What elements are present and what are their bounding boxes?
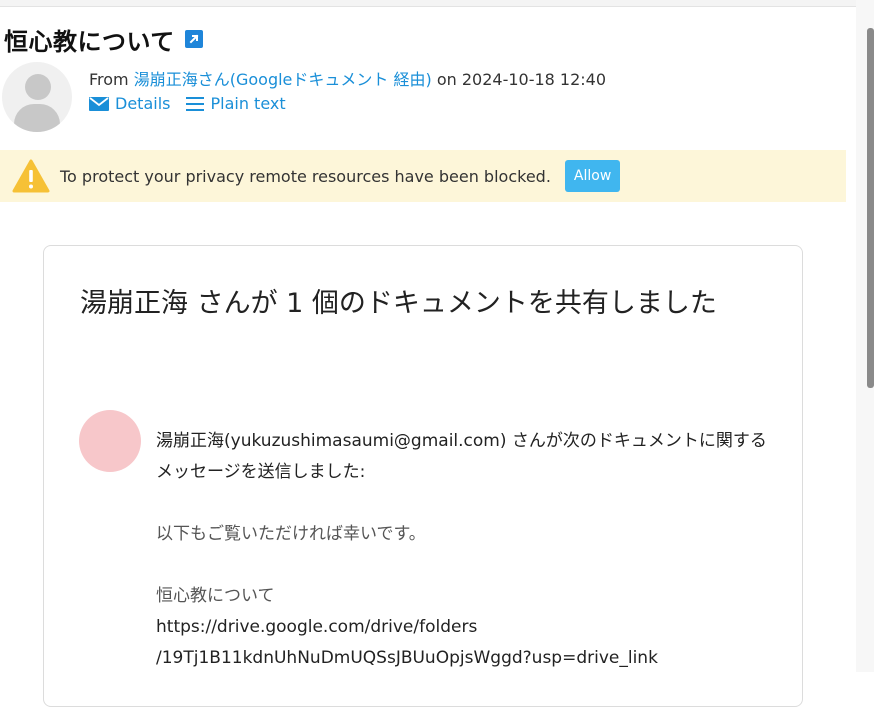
header-actions: Details Plain text [89,94,302,113]
doc-name: 恒心教について [156,586,275,606]
warning-icon [12,159,50,193]
list-icon [186,96,205,111]
plain-text-button[interactable]: Plain text [186,94,286,113]
remote-content-banner: To protect your privacy remote resources… [0,150,846,202]
default-avatar-icon [25,74,51,100]
drive-link-line-1[interactable]: https://drive.google.com/drive/folders [156,612,776,643]
message-text: 以下もご覧いただければ幸いです。 [156,524,426,544]
drive-link-line-2[interactable]: /19Tj1B11kdnUhNuDmUQSsJBUuOpjsWggd?usp=d… [156,643,776,674]
details-label: Details [115,94,171,113]
sender-avatar [2,62,72,132]
from-line: From 湯崩正海さん(Googleドキュメント 経由) on 2024-10-… [89,66,606,90]
date-prefix: on [436,70,457,89]
message-card: 湯崩正海 さんが 1 個のドキュメントを共有しました 湯崩正海(yukuzush… [43,245,803,707]
window-top-border [0,0,874,7]
card-title: 湯崩正海 さんが 1 個のドキュメントを共有しました [80,288,717,319]
sender-line: 湯崩正海(yukuzushimasaumi@gmail.com) さんが次のドキ… [156,431,767,482]
sender-name-link[interactable]: 湯崩正海さん(Googleドキュメント 経由) [134,70,432,89]
external-link-icon[interactable] [184,30,203,48]
message-body: 湯崩正海(yukuzushimasaumi@gmail.com) さんが次のドキ… [156,426,776,674]
from-prefix: From [89,70,129,89]
subject-row: 恒心教について [4,22,203,56]
plain-text-label: Plain text [210,94,286,113]
share-sender-avatar [79,410,141,472]
scrollbar[interactable] [856,0,874,672]
allow-button[interactable]: Allow [564,160,621,192]
email-subject: 恒心教について [4,27,175,56]
banner-text: To protect your privacy remote resources… [60,166,551,186]
email-date: 2024-10-18 12:40 [461,70,607,89]
details-button[interactable]: Details [89,94,170,113]
envelope-icon [89,96,109,111]
scrollbar-thumb[interactable] [867,28,874,388]
